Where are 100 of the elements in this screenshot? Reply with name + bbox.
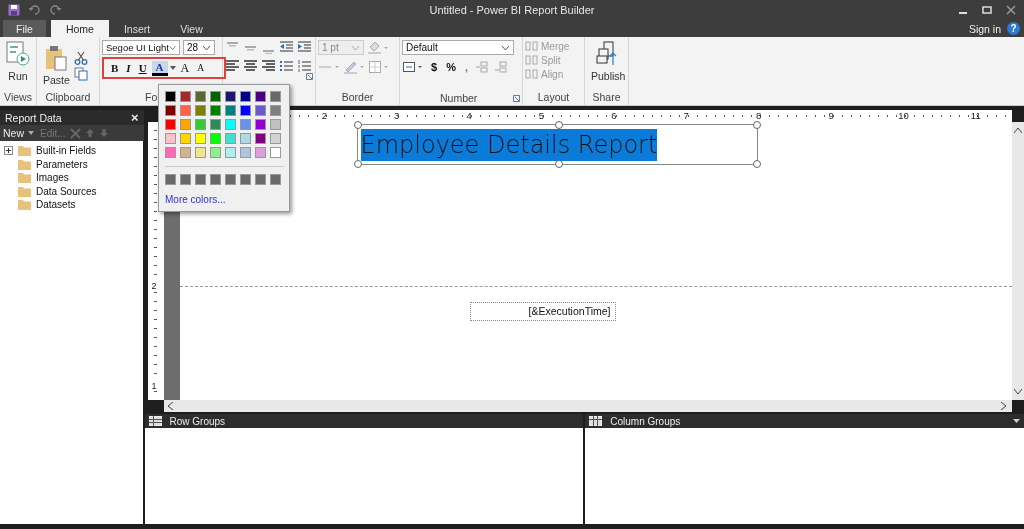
color-swatch[interactable]: [270, 105, 281, 116]
horizontal-scrollbar[interactable]: [163, 400, 1012, 412]
comma-button[interactable]: ,: [462, 61, 470, 73]
color-swatch[interactable]: [225, 91, 236, 102]
close-icon[interactable]: [1006, 5, 1016, 15]
increase-decimal-icon[interactable]: [474, 60, 489, 74]
save-icon[interactable]: [8, 4, 20, 16]
color-swatch[interactable]: [195, 174, 206, 185]
color-swatch[interactable]: [240, 105, 251, 116]
color-swatch[interactable]: [210, 147, 221, 158]
color-swatch[interactable]: [165, 174, 176, 185]
color-swatch[interactable]: [210, 133, 221, 144]
vertical-scrollbar[interactable]: [1012, 122, 1024, 400]
cut-icon[interactable]: [73, 50, 88, 65]
color-swatch[interactable]: [255, 174, 266, 185]
color-swatch[interactable]: [165, 91, 176, 102]
color-swatch[interactable]: [165, 147, 176, 158]
tree-item[interactable]: Built-in Fields: [36, 145, 97, 157]
font-color-button[interactable]: A: [151, 60, 168, 76]
shrink-font-button[interactable]: A: [194, 63, 208, 73]
grow-font-button[interactable]: A: [177, 60, 193, 76]
title-textbox[interactable]: Employee Details Report: [356, 124, 758, 165]
numbering-icon[interactable]: [297, 59, 312, 73]
color-swatch[interactable]: [225, 105, 236, 116]
placeholder-icon[interactable]: [402, 60, 424, 74]
tree-item[interactable]: Datasets: [36, 199, 76, 211]
italic-button[interactable]: I: [123, 62, 134, 74]
caret-icon[interactable]: [169, 66, 176, 70]
publish-button[interactable]: Publish: [587, 40, 630, 83]
dialog-launcher-icon[interactable]: [306, 73, 313, 80]
bullets-icon[interactable]: [279, 59, 294, 73]
scroll-right-icon[interactable]: [1001, 402, 1006, 410]
percent-button[interactable]: %: [444, 61, 458, 73]
delete-icon[interactable]: [69, 127, 81, 139]
color-swatch[interactable]: [270, 91, 281, 102]
more-colors-link[interactable]: More colors...: [165, 194, 284, 205]
new-button[interactable]: New: [3, 127, 24, 139]
font-size-dropdown[interactable]: 28: [183, 40, 215, 55]
expand-icon[interactable]: [4, 146, 13, 156]
color-swatch[interactable]: [180, 147, 191, 158]
undo-icon[interactable]: [28, 4, 41, 16]
text-align-icon[interactable]: [225, 59, 240, 73]
color-swatch[interactable]: [270, 147, 281, 158]
text-align-icon[interactable]: [243, 59, 258, 73]
increase-indent-icon[interactable]: [297, 40, 312, 54]
resize-handle[interactable]: [752, 121, 761, 129]
borders-icon[interactable]: [368, 60, 390, 74]
color-swatch[interactable]: [225, 119, 236, 130]
color-swatch[interactable]: [210, 174, 221, 185]
redo-icon[interactable]: [49, 4, 62, 16]
ribbon-tab[interactable]: Home: [50, 20, 109, 37]
pen-color-icon[interactable]: [343, 60, 365, 74]
resize-handle[interactable]: [554, 121, 563, 129]
copy-icon[interactable]: [73, 66, 88, 81]
color-swatch[interactable]: [180, 174, 191, 185]
caret-icon[interactable]: [28, 131, 34, 135]
color-swatch[interactable]: [180, 119, 191, 130]
file-tab[interactable]: File: [3, 20, 46, 37]
dialog-launcher-icon[interactable]: [513, 94, 520, 102]
color-swatch[interactable]: [195, 119, 206, 130]
color-swatch[interactable]: [195, 91, 206, 102]
move-up-icon[interactable]: [84, 128, 95, 138]
color-swatch[interactable]: [225, 174, 236, 185]
color-swatch[interactable]: [180, 105, 191, 116]
color-swatch[interactable]: [210, 91, 221, 102]
color-swatch[interactable]: [240, 133, 251, 144]
color-swatch[interactable]: [255, 133, 266, 144]
color-swatch[interactable]: [270, 119, 281, 130]
color-swatch[interactable]: [210, 119, 221, 130]
execution-time-textbox[interactable]: [&ExecutionTime]: [469, 302, 616, 321]
resize-handle[interactable]: [752, 160, 761, 168]
underline-button[interactable]: U: [135, 62, 150, 74]
help-button[interactable]: ?: [1007, 22, 1020, 35]
color-swatch[interactable]: [210, 105, 221, 116]
close-button[interactable]: ×: [130, 110, 139, 125]
ribbon-tab[interactable]: Insert: [108, 20, 166, 37]
tree-item[interactable]: Images: [36, 172, 69, 184]
tree-item[interactable]: Parameters: [36, 158, 88, 170]
number-format-dropdown[interactable]: Default: [402, 40, 514, 55]
color-swatch[interactable]: [165, 119, 176, 130]
color-swatch[interactable]: [225, 133, 236, 144]
color-swatch[interactable]: [240, 119, 251, 130]
run-button[interactable]: Run: [2, 40, 34, 83]
sign-in-link[interactable]: Sign in: [968, 22, 1001, 35]
color-swatch[interactable]: [240, 174, 251, 185]
scroll-down-icon[interactable]: [1014, 389, 1022, 394]
bold-button[interactable]: B: [108, 62, 122, 74]
color-swatch[interactable]: [255, 105, 266, 116]
color-swatch[interactable]: [180, 133, 191, 144]
color-swatch[interactable]: [180, 91, 191, 102]
color-swatch[interactable]: [255, 119, 266, 130]
paste-button[interactable]: Paste: [39, 44, 74, 87]
color-swatch[interactable]: [240, 147, 251, 158]
resize-handle[interactable]: [554, 160, 563, 168]
text-align-icon[interactable]: [261, 59, 276, 73]
color-swatch[interactable]: [225, 147, 236, 158]
fill-color-icon[interactable]: [367, 40, 389, 55]
font-family-dropdown[interactable]: Segoe UI Light: [102, 40, 180, 55]
color-swatch[interactable]: [165, 105, 176, 116]
maximize-icon[interactable]: [982, 5, 992, 15]
